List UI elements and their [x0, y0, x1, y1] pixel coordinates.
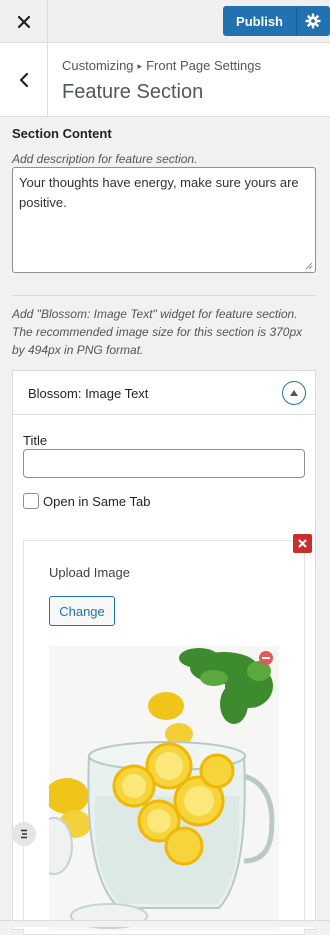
widget-hint: Add "Blossom: Image Text" widget for fea… [12, 307, 303, 357]
publish-settings-button[interactable] [296, 6, 330, 36]
lemon-pitcher-image [49, 646, 279, 931]
upload-image-label: Upload Image [49, 565, 130, 580]
upload-card: Upload Image Change [23, 540, 305, 935]
change-image-button[interactable]: Change [49, 596, 115, 626]
breadcrumb: Customizing ▸ Front Page Settings [62, 58, 261, 73]
divider [12, 295, 316, 296]
customizer-topbar: Publish [0, 0, 330, 43]
section-content-heading: Section Content [12, 126, 112, 141]
section-header: Customizing ▸ Front Page Settings Feature … [0, 43, 330, 117]
breadcrumb-root: Customizing [62, 58, 134, 73]
breadcrumb-parent: Front Page Settings [146, 58, 261, 73]
bottom-bar [0, 920, 330, 927]
menu-lines-icon [21, 829, 27, 839]
title-input[interactable] [23, 449, 305, 478]
widget-header[interactable]: Blossom: Image Text [13, 371, 315, 415]
publish-group: Publish [223, 6, 330, 36]
chevron-left-icon [19, 72, 28, 87]
close-icon [17, 15, 30, 28]
open-same-tab-label[interactable]: Open in Same Tab [43, 494, 150, 509]
remove-image-block-button[interactable] [293, 534, 312, 553]
drag-handle-icon[interactable] [12, 822, 36, 846]
resize-grip-icon[interactable] [305, 262, 313, 270]
textarea-value: Your thoughts have energy, make sure you… [19, 175, 299, 210]
section-content-description: Add description for feature section. [12, 152, 198, 166]
gear-icon [305, 13, 321, 29]
close-button[interactable] [0, 0, 48, 43]
widget-collapse-toggle[interactable] [282, 381, 306, 405]
title-field-label: Title [23, 433, 48, 448]
image-remove-icon[interactable] [259, 651, 273, 665]
close-icon [298, 539, 307, 548]
publish-button[interactable]: Publish [223, 6, 296, 36]
back-button[interactable] [0, 43, 48, 116]
breadcrumb-separator: ▸ [137, 61, 143, 71]
widget-title: Blossom: Image Text [28, 386, 149, 401]
open-same-tab-checkbox[interactable] [23, 493, 39, 509]
section-content-textarea[interactable]: Your thoughts have energy, make sure you… [12, 167, 316, 273]
uploaded-image [49, 646, 279, 931]
page-title: Feature Section [62, 81, 204, 103]
triangle-up-icon [290, 390, 298, 396]
image-text-widget: Blossom: Image Text Title Open in Same T… [12, 370, 316, 935]
